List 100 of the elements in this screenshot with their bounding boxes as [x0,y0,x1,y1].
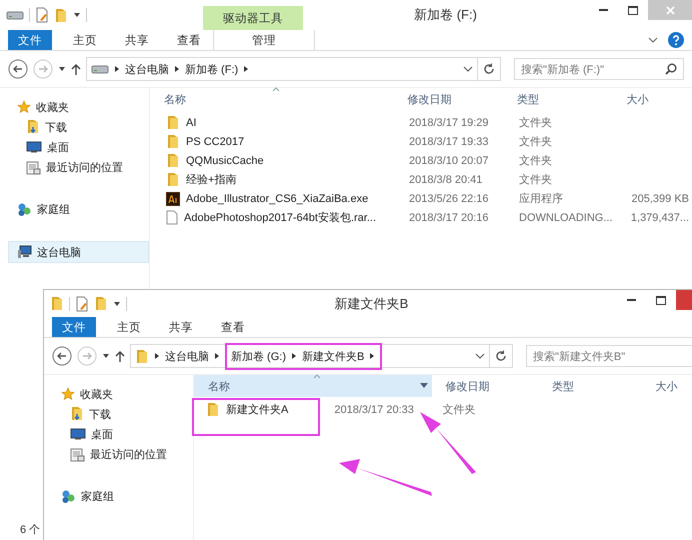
homegroup-icon [61,488,76,504]
nav-item[interactable]: 收藏夹 [44,384,193,404]
nav-item[interactable]: 下载 [44,404,193,424]
ribbon-tab[interactable]: 主页 [60,30,110,50]
folder-icon [166,172,180,187]
nav-item[interactable]: 桌面 [44,424,193,444]
file-name[interactable]: 新建文件夹A [226,402,288,416]
nav-item[interactable]: 收藏夹 [0,97,149,117]
status-text: 6 个 [19,522,42,538]
illustrator-icon [166,192,180,206]
date-cell-text: 2018/3/17 19:29 [408,116,490,128]
chevron-icon [215,353,219,359]
date-cell-text: 2018/3/17 19:33 [408,136,490,148]
ribbon-tab[interactable]: 查看 [164,30,214,50]
star-icon [17,100,31,114]
type-cell-text: 文件夹 [518,154,553,168]
chevron-icon [155,353,159,359]
up-arrow-icon [71,63,81,75]
date-cell-text: 2018/3/17 20:33 [333,404,415,416]
ribbon-context-label: 驱动器工具 [203,6,303,30]
help-icon [668,32,684,48]
folder-icon [50,296,64,311]
chevron-icon [175,66,179,72]
breadcrumb-item[interactable]: 这台电脑 [165,348,209,364]
column-header[interactable]: 类型 [538,375,642,397]
type-cell-text: 文件夹 [518,134,553,149]
forward-icon [33,59,53,79]
minimize-icon [598,9,608,11]
folder-icon [166,134,180,149]
close-icon [666,6,674,14]
column-header[interactable]: 修改日期 [432,375,538,397]
chevron-icon [244,66,248,72]
ribbon-tab[interactable]: 查看 [208,317,258,337]
ribbon-tab[interactable]: 共享 [112,30,162,50]
maximize-icon [656,296,666,304]
recent-places-icon [70,446,85,462]
column-header[interactable]: 名称 [150,88,394,110]
search-icon [665,63,677,75]
desktop-icon [26,141,42,153]
file-name[interactable]: AdobePhotoshop2017-64bt安装包.rar... [184,210,376,225]
file-icon [166,210,178,225]
column-header[interactable]: 名称 [194,375,432,397]
nav-item[interactable]: 这台电脑 [8,241,149,263]
ribbon-tab[interactable]: 共享 [156,317,206,337]
date-cell-text: 2018/3/10 20:07 [408,154,490,166]
refresh-button[interactable] [478,57,501,81]
refresh-icon [495,350,507,362]
refresh-button[interactable] [490,344,513,368]
date-cell-text: 2013/5/26 22:16 [408,192,490,204]
column-header[interactable]: 大小 [641,375,692,397]
document-icon [75,296,89,312]
window-title: 新建文件夹B [334,294,410,312]
downloads-folder-icon [26,119,40,135]
back-icon [52,346,72,366]
file-name[interactable]: QQMusicCache [186,154,264,166]
nav-item[interactable]: 最近访问的位置 [0,157,149,177]
dropdown-icon [420,383,428,388]
folder-icon [54,8,68,22]
folder-icon [206,402,220,416]
breadcrumb-item[interactable]: 新建文件夹B [302,348,364,364]
caret-icon [58,66,66,72]
column-header[interactable]: 类型 [502,88,612,110]
folder-icon [135,348,149,364]
desktop-icon [70,428,86,440]
address-bar[interactable]: 这台电脑 新加卷 (G:) 新建文件夹B [130,344,490,368]
caret-icon [113,300,121,306]
nav-item[interactable]: 最近访问的位置 [44,444,193,464]
nav-item[interactable]: 桌面 [0,137,149,157]
nav-item[interactable]: 家庭组 [44,486,193,506]
file-name[interactable]: Adobe_Illustrator_CS6_XiaZaiBa.exe [186,192,368,204]
nav-item[interactable]: 下载 [0,117,149,137]
folder-icon [166,153,180,168]
type-cell-text: 文件夹 [441,402,476,417]
column-header[interactable]: 大小 [612,88,692,110]
drive-icon [6,10,24,20]
chevron-icon [115,66,119,72]
file-name[interactable]: PS CC2017 [186,136,244,148]
caret-icon [73,12,81,18]
downloads-folder-icon [70,406,84,422]
chevron-icon [292,353,296,359]
homegroup-icon [17,202,32,216]
breadcrumb-item[interactable]: 这台电脑 [125,62,169,76]
star-icon [61,387,75,401]
size-cell-text: 1,379,437... [630,212,690,224]
drive-icon [91,64,109,74]
breadcrumb-item[interactable]: 新加卷 (G:) [231,348,286,364]
breadcrumb-item[interactable]: 新加卷 (F:) [185,62,238,76]
column-header[interactable]: 修改日期 [394,88,503,110]
file-tab[interactable]: 文件 [8,30,52,50]
caret-icon [102,353,110,359]
address-bar[interactable]: 这台电脑 新加卷 (F:) [86,57,478,81]
ribbon-tab[interactable]: 主页 [104,317,154,337]
file-name[interactable]: 经验+指南 [186,172,236,187]
date-cell-text: 2018/3/17 20:16 [408,212,490,224]
nav-item[interactable]: 家庭组 [0,199,149,219]
file-name[interactable]: AI [186,116,196,128]
search-field[interactable]: 搜索"新加卷 (F:)" [514,58,684,80]
file-tab[interactable]: 文件 [52,317,96,337]
up-arrow-icon [115,350,125,362]
search-field[interactable]: 搜索"新建文件夹B" [526,345,692,367]
